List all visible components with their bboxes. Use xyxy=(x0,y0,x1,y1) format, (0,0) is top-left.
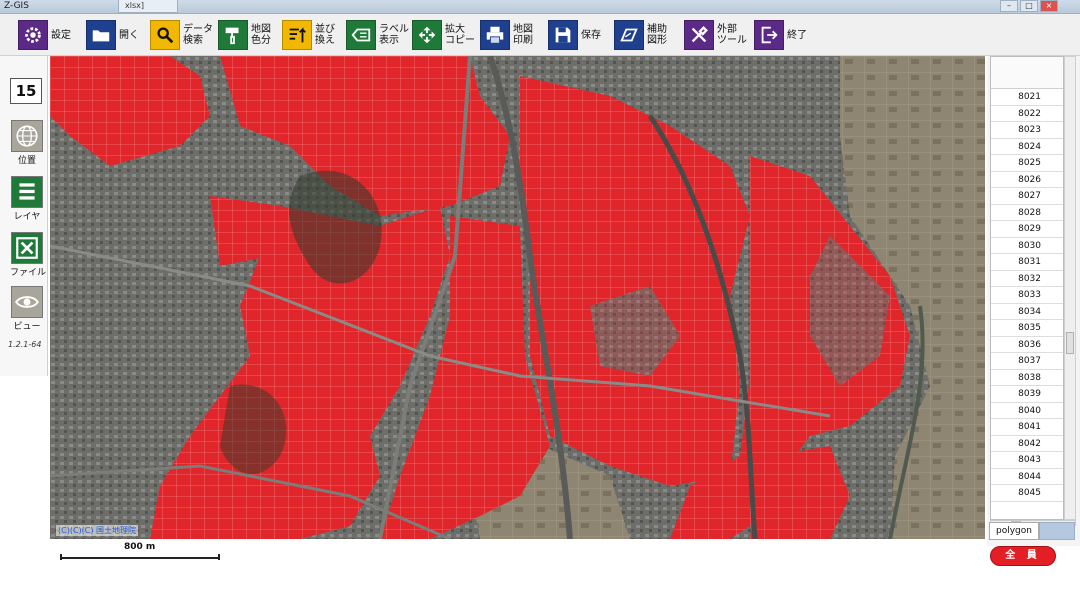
map-print-button[interactable]: 地図 印刷 xyxy=(480,20,533,50)
list-item[interactable]: 8033 xyxy=(991,287,1063,304)
view-button[interactable]: ビュー xyxy=(10,286,44,332)
scroll-thumb[interactable] xyxy=(1066,332,1074,354)
aux-shape-button[interactable]: 補助 図形 xyxy=(614,20,667,50)
version-label: 1.2.1-64 xyxy=(8,340,42,349)
save-button[interactable]: 保存 xyxy=(548,20,601,50)
list-item[interactable]: 8023 xyxy=(991,122,1063,139)
list-item[interactable]: 8040 xyxy=(991,403,1063,419)
enlarge-copy-button[interactable]: 拡大 コピー xyxy=(412,20,475,50)
label-icon xyxy=(346,20,376,50)
left-panel: 15 位置 レイヤ ファイル ビュー 1.2.1-64 xyxy=(0,56,48,376)
globe-icon xyxy=(11,120,43,152)
exit-icon xyxy=(754,20,784,50)
shape-icon xyxy=(614,20,644,50)
exit-label: 終了 xyxy=(787,29,807,41)
eye-icon xyxy=(11,286,43,318)
toolbar: 設定 開く データ 検索 地図 色分 並び 換え ラベル 表示 拡大 コピー 地… xyxy=(0,14,1080,56)
list-item[interactable]: 8028 xyxy=(991,205,1063,221)
list-item[interactable]: 8037 xyxy=(991,353,1063,370)
layer-button[interactable]: レイヤ xyxy=(10,176,44,222)
list-item[interactable]: 8039 xyxy=(991,386,1063,403)
map-view[interactable]: (C)(C)(C) 国土地理院 xyxy=(50,56,985,539)
enlarge-copy-label: 拡大 コピー xyxy=(445,24,475,46)
list-item[interactable]: 8021 xyxy=(991,89,1063,106)
list-scrollbar[interactable] xyxy=(1064,56,1076,520)
settings-label: 設定 xyxy=(51,29,71,41)
external-tools-button[interactable]: 外部 ツール xyxy=(684,20,747,50)
list-item[interactable]: 8042 xyxy=(991,436,1063,452)
map-credit: (C)(C)(C) 国土地理院 xyxy=(56,525,139,536)
id-list[interactable]: 8021 8022 8023 8024 8025 8026 8027 8028 8029 8030… xyxy=(990,56,1064,520)
list-item[interactable]: 8041 xyxy=(991,419,1063,436)
open-button[interactable]: 開く xyxy=(86,20,139,50)
scale-bar: 800 m xyxy=(56,542,226,564)
layers-icon xyxy=(11,176,43,208)
view-label: ビュー xyxy=(13,322,41,332)
maximize-button[interactable]: □ xyxy=(1020,0,1038,12)
sort-icon xyxy=(282,20,312,50)
list-item[interactable]: 8044 xyxy=(991,469,1063,485)
list-item[interactable]: 8025 xyxy=(991,155,1063,172)
list-item[interactable]: 8034 xyxy=(991,304,1063,320)
list-item[interactable]: 8035 xyxy=(991,320,1063,337)
map-coloring-button[interactable]: 地図 色分 xyxy=(218,20,271,50)
minimize-button[interactable]: – xyxy=(1000,0,1018,12)
zgis-window: Z-GIS xlsx] – □ × 設定 開く データ 検索 地図 色分 並び … xyxy=(0,0,1080,600)
save-label: 保存 xyxy=(581,29,601,41)
scale-line xyxy=(60,554,220,560)
sort-button[interactable]: 並び 換え xyxy=(282,20,335,50)
folder-icon xyxy=(86,20,116,50)
sheet-tab-area xyxy=(1039,522,1075,540)
position-label: 位置 xyxy=(17,156,36,166)
list-item[interactable]: 8045 xyxy=(991,485,1063,502)
list-header xyxy=(991,57,1063,89)
tools-icon xyxy=(684,20,714,50)
label-display-button[interactable]: ラベル 表示 xyxy=(346,20,409,50)
paint-roller-icon xyxy=(218,20,248,50)
file-tab[interactable]: xlsx] xyxy=(118,0,178,13)
status-badge[interactable]: 全 員 xyxy=(990,546,1056,566)
list-item[interactable]: 8026 xyxy=(991,172,1063,188)
excel-icon xyxy=(11,232,43,264)
external-tools-label: 外部 ツール xyxy=(717,24,747,46)
app-title: Z-GIS xyxy=(4,1,29,11)
map-coloring-label: 地図 色分 xyxy=(251,24,271,46)
list-item[interactable]: 8036 xyxy=(991,337,1063,353)
layer-label: レイヤ xyxy=(13,212,41,222)
open-label: 開く xyxy=(119,29,139,41)
satellite-map[interactable] xyxy=(50,56,985,539)
zoom-level[interactable]: 15 xyxy=(10,78,42,104)
list-item[interactable]: 8027 xyxy=(991,188,1063,205)
expand-icon xyxy=(412,20,442,50)
file-label: ファイル xyxy=(10,268,47,278)
floppy-icon xyxy=(548,20,578,50)
list-item[interactable]: 8030 xyxy=(991,238,1063,254)
map-print-label: 地図 印刷 xyxy=(513,24,533,46)
aux-shape-label: 補助 図形 xyxy=(647,24,667,46)
sort-label: 並び 換え xyxy=(315,24,335,46)
data-search-button[interactable]: データ 検索 xyxy=(150,20,213,50)
list-rows: 8021 8022 8023 8024 8025 8026 8027 8028 8029 8030… xyxy=(991,89,1063,502)
list-item[interactable]: 8024 xyxy=(991,139,1063,155)
sheet-tab-polygon[interactable]: polygon xyxy=(989,522,1039,540)
position-button[interactable]: 位置 xyxy=(10,120,44,166)
list-item[interactable]: 8022 xyxy=(991,106,1063,122)
gear-icon xyxy=(18,20,48,50)
close-button[interactable]: × xyxy=(1040,0,1058,12)
exit-button[interactable]: 終了 xyxy=(754,20,807,50)
list-item[interactable]: 8038 xyxy=(991,370,1063,386)
printer-icon xyxy=(480,20,510,50)
file-button[interactable]: ファイル xyxy=(10,232,47,278)
list-item[interactable]: 8032 xyxy=(991,271,1063,287)
list-item[interactable]: 8043 xyxy=(991,452,1063,469)
magnifier-icon xyxy=(150,20,180,50)
settings-button[interactable]: 設定 xyxy=(18,20,71,50)
list-item[interactable]: 8031 xyxy=(991,254,1063,271)
title-bar: Z-GIS xlsx] – □ × xyxy=(0,0,1080,14)
label-display-label: ラベル 表示 xyxy=(379,24,409,46)
scale-label: 800 m xyxy=(124,542,156,552)
data-search-label: データ 検索 xyxy=(183,24,213,46)
list-item[interactable]: 8029 xyxy=(991,221,1063,238)
right-panel: 8021 8022 8023 8024 8025 8026 8027 8028 8029 8030… xyxy=(987,56,1080,546)
